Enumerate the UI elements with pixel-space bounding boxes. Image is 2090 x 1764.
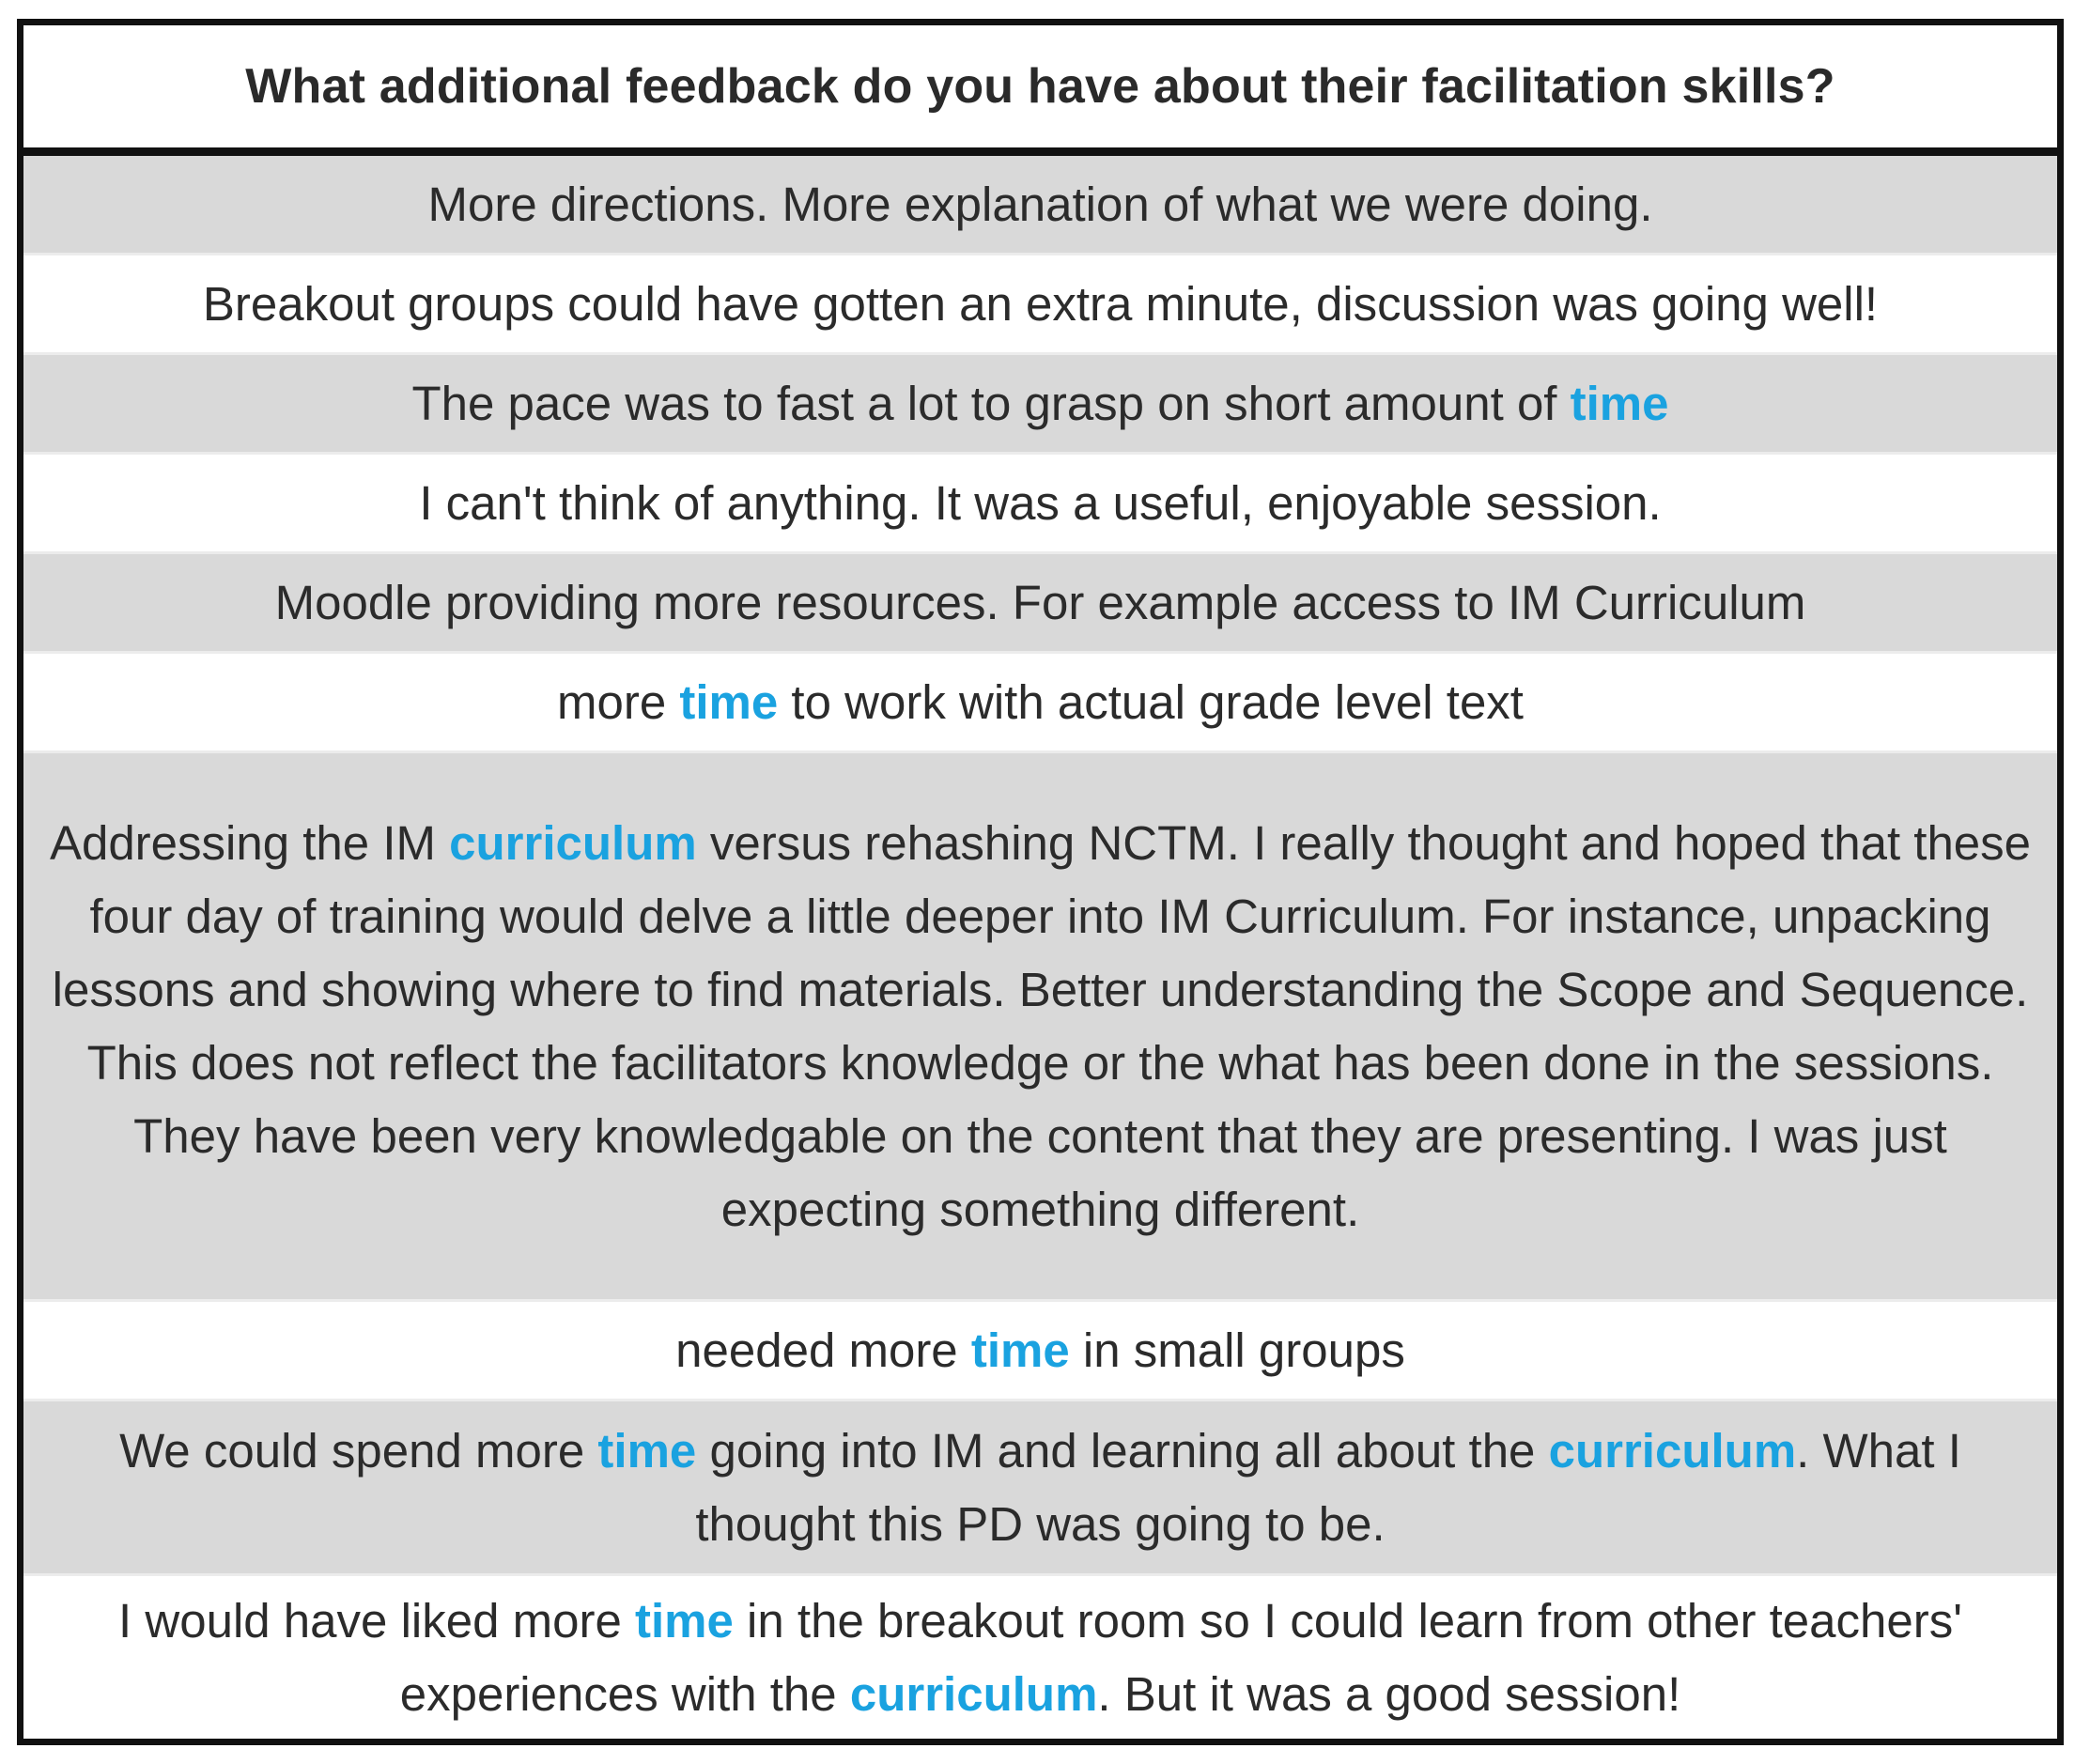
response-row-7: Addressing the IM curriculum versus reha… bbox=[23, 753, 2057, 1302]
response-text: Moodle providing more resources. For exa… bbox=[274, 575, 1806, 629]
highlighted-keyword: time bbox=[679, 674, 779, 729]
question-heading: What additional feedback do you have abo… bbox=[245, 59, 1835, 114]
highlighted-keyword: curriculum bbox=[449, 815, 697, 870]
highlighted-keyword: time bbox=[1570, 376, 1669, 430]
highlighted-keyword: time bbox=[970, 1323, 1070, 1377]
response-text: needed more time in small groups bbox=[675, 1323, 1405, 1377]
response-text: We could spend more time going into IM a… bbox=[119, 1423, 1961, 1551]
response-row-3: The pace was to fast a lot to grasp on s… bbox=[23, 355, 2057, 455]
feedback-table: What additional feedback do you have abo… bbox=[17, 19, 2064, 1745]
response-text: I would have liked more time in the brea… bbox=[118, 1593, 1962, 1721]
response-row-6: more time to work with actual grade leve… bbox=[23, 654, 2057, 753]
highlighted-keyword: curriculum bbox=[849, 1666, 1098, 1721]
highlighted-keyword: curriculum bbox=[1548, 1423, 1797, 1478]
response-text: The pace was to fast a lot to grasp on s… bbox=[411, 376, 1669, 430]
response-text: Addressing the IM curriculum versus reha… bbox=[49, 815, 2032, 1236]
response-row-8: needed more time in small groups bbox=[23, 1302, 2057, 1401]
response-row-10: I would have liked more time in the brea… bbox=[23, 1576, 2057, 1739]
table-header: What additional feedback do you have abo… bbox=[23, 25, 2057, 156]
response-list: More directions. More explanation of wha… bbox=[23, 156, 2057, 1739]
response-row-2: Breakout groups could have gotten an ext… bbox=[23, 255, 2057, 355]
response-row-9: We could spend more time going into IM a… bbox=[23, 1401, 2057, 1576]
highlighted-keyword: time bbox=[597, 1423, 697, 1478]
response-text: More directions. More explanation of wha… bbox=[427, 177, 1653, 231]
response-text: I can't think of anything. It was a usef… bbox=[419, 475, 1662, 530]
response-row-4: I can't think of anything. It was a usef… bbox=[23, 455, 2057, 554]
highlighted-keyword: time bbox=[635, 1593, 734, 1648]
response-row-5: Moodle providing more resources. For exa… bbox=[23, 554, 2057, 654]
response-text: Breakout groups could have gotten an ext… bbox=[202, 276, 1879, 331]
response-row-1: More directions. More explanation of wha… bbox=[23, 156, 2057, 255]
response-text: more time to work with actual grade leve… bbox=[557, 674, 1524, 729]
